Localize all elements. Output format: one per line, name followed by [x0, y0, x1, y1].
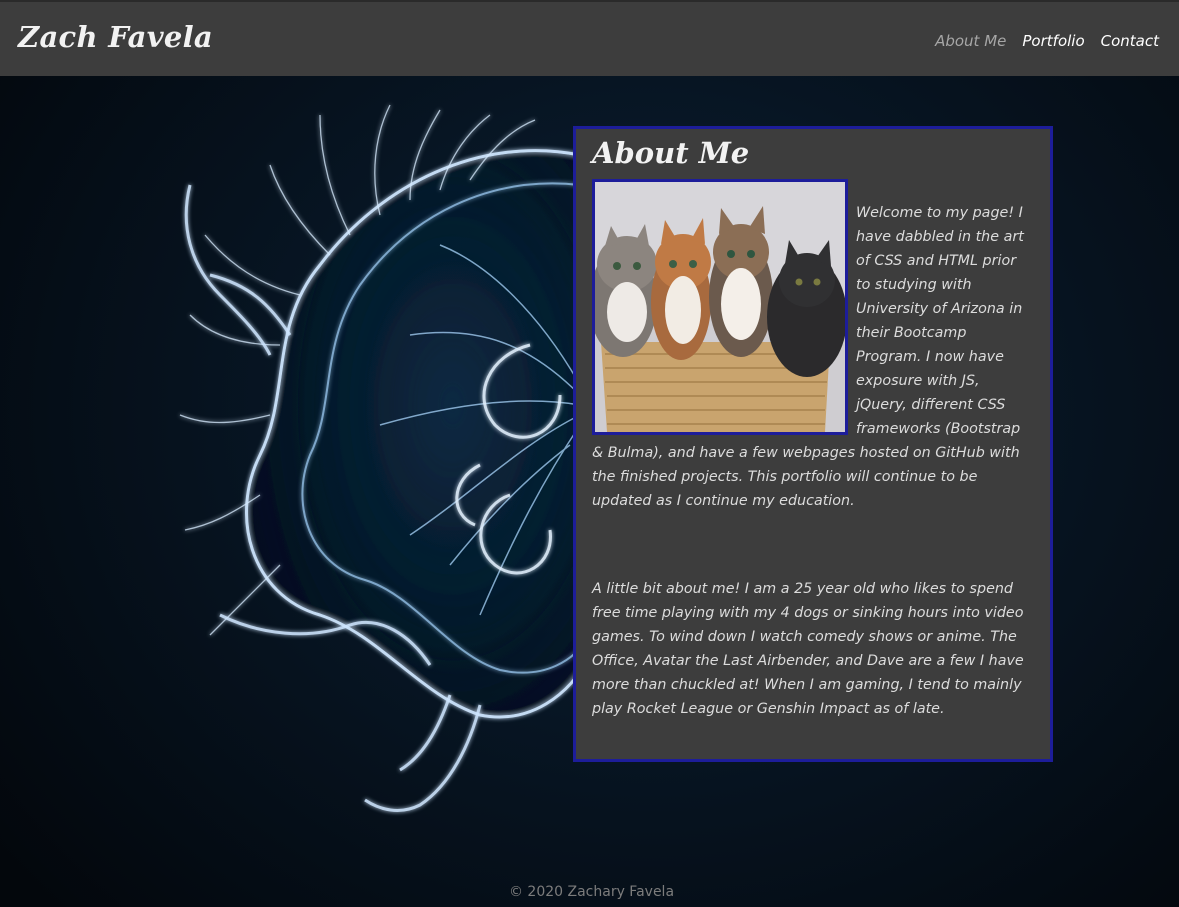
- nav-link-about-me[interactable]: About Me: [935, 32, 1006, 50]
- about-paragraph-personal: A little bit about me! I am a 25 year ol…: [592, 581, 1024, 717]
- brand-logo-text[interactable]: Zach Favela: [18, 20, 213, 54]
- jellyfish-background-image: [179, 104, 590, 812]
- footer-copyright: © 2020 Zachary Favela: [0, 884, 1179, 900]
- nav-link-portfolio[interactable]: Portfolio: [1022, 32, 1084, 50]
- copyright-text: © 2020 Zachary Favela: [508, 884, 675, 900]
- about-me-card: About Me Welcome to my page! I have dabb…: [573, 126, 1053, 762]
- top-navbar: Zach Favela About Me Portfolio Contact: [0, 0, 1179, 76]
- nav-link-contact[interactable]: Contact: [1101, 32, 1159, 50]
- about-me-title: About Me: [592, 136, 750, 170]
- kittens-in-basket-image: [595, 182, 845, 432]
- kittens-photo: [592, 179, 848, 435]
- page: Zach Favela About Me Portfolio Contact A…: [0, 0, 1179, 907]
- nav-links: About Me Portfolio Contact: [935, 32, 1159, 50]
